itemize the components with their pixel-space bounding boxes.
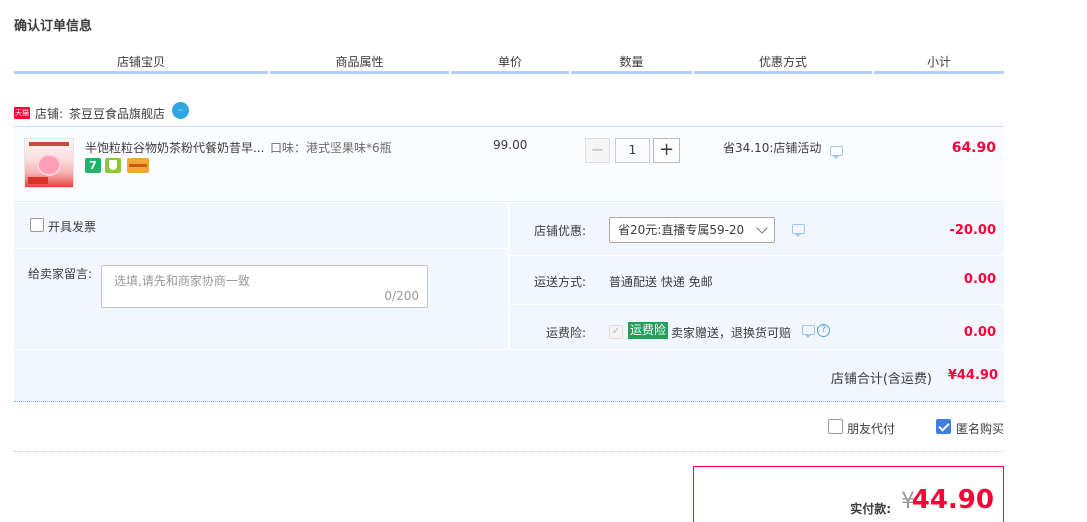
guarantee-shield-icon[interactable] <box>105 158 121 173</box>
friend-pay-checkbox[interactable] <box>828 419 843 434</box>
shop-label: 店铺: <box>35 107 64 121</box>
chevron-down-icon <box>756 222 768 234</box>
unit-price: 99.00 <box>493 138 528 152</box>
order-item-row: 半饱粒粒谷物奶茶粉代餐奶昔早... 7 口味：港式坚果味*6瓶 99.00 − … <box>14 126 1004 202</box>
shop-coupon-value: 省20元:直播专属59-20 <box>618 223 745 237</box>
seller-message-label: 给卖家留言: <box>28 267 93 281</box>
shop-fees-panel: 店铺优惠: 省20元:直播专属59-20 -20.00 运送方式: 普通配送 快… <box>510 203 1004 349</box>
payment-summary: 实付款: ¥ 44.90 <box>693 466 1004 522</box>
shop-total-row: 店铺合计(含运费) ¥44.90 <box>14 350 1004 402</box>
payment-label: 实付款: <box>850 502 891 516</box>
shop-total-label: 店铺合计(含运费) <box>830 372 932 387</box>
help-icon[interactable]: ? <box>817 324 830 337</box>
item-discount-text: 省34.10:店铺活动 <box>723 141 822 155</box>
credit-card-icon[interactable] <box>127 158 149 173</box>
quantity-decrease-button[interactable]: − <box>585 138 610 163</box>
shipping-method-value: 普通配送 快递 免邮 <box>609 275 713 289</box>
shop-row: 天猫 店铺: 茶豆豆食品旗舰店 ·· <box>14 102 1004 126</box>
wangwang-chat-icon[interactable]: ·· <box>172 102 189 119</box>
product-attribute: 口味：港式坚果味*6瓶 <box>270 141 392 155</box>
shipping-amount: 0.00 <box>963 272 996 287</box>
column-header-item: 店铺宝贝 <box>14 54 268 74</box>
product-title-link[interactable]: 半饱粒粒谷物奶茶粉代餐奶昔早... <box>85 139 275 156</box>
column-header-price: 单价 <box>451 54 569 74</box>
shop-name-link[interactable]: 茶豆豆食品旗舰店 <box>69 105 165 122</box>
column-header-quantity: 数量 <box>571 54 692 74</box>
shipping-insurance-badge: 运费险 <box>628 322 669 339</box>
seven-day-return-icon[interactable]: 7 <box>85 158 101 173</box>
payment-amount: 44.90 <box>911 485 994 515</box>
seller-message-counter: 0/200 <box>384 289 419 303</box>
shipping-insurance-label: 运费险: <box>546 326 587 340</box>
seller-message-placeholder: 选填,请先和商家协商一致 <box>114 274 250 288</box>
insurance-info-icon[interactable] <box>802 325 815 338</box>
anonymous-purchase-label: 匿名购买 <box>956 422 1005 436</box>
shop-total-amount: ¥44.90 <box>947 368 998 383</box>
order-options-panel: 开具发票 给卖家留言: 选填,请先和商家协商一致 0/200 <box>14 203 508 349</box>
product-thumbnail[interactable] <box>24 138 74 188</box>
shop-coupon-label: 店铺优惠: <box>534 224 587 238</box>
coupon-info-icon[interactable] <box>792 224 805 237</box>
shop-coupon-select[interactable]: 省20元:直播专属59-20 <box>609 217 775 243</box>
insurance-amount: 0.00 <box>963 325 996 340</box>
shipping-method-label: 运送方式: <box>534 275 587 289</box>
column-header-subtotal: 小计 <box>874 54 1004 74</box>
column-header-discount: 优惠方式 <box>694 54 872 74</box>
discount-info-icon[interactable] <box>830 146 843 159</box>
seller-message-input[interactable]: 选填,请先和商家协商一致 0/200 <box>101 265 428 308</box>
invoice-checkbox[interactable] <box>30 218 44 232</box>
invoice-label: 开具发票 <box>48 220 97 234</box>
coupon-amount: -20.00 <box>949 223 996 238</box>
shipping-insurance-text: 卖家赠送，退换货可赔 <box>671 326 792 340</box>
tmall-badge: 天猫 <box>14 107 30 119</box>
shipping-insurance-checkbox[interactable]: ✓ <box>609 325 623 339</box>
column-header-attributes: 商品属性 <box>270 54 449 74</box>
quantity-increase-button[interactable]: + <box>653 138 680 163</box>
page-title: 确认订单信息 <box>14 19 93 34</box>
friend-pay-label: 朋友代付 <box>847 422 896 436</box>
anonymous-purchase-checkbox[interactable] <box>936 419 951 434</box>
divider <box>14 451 1004 452</box>
item-subtotal: 64.90 <box>951 140 996 156</box>
quantity-input[interactable]: 1 <box>615 138 650 163</box>
